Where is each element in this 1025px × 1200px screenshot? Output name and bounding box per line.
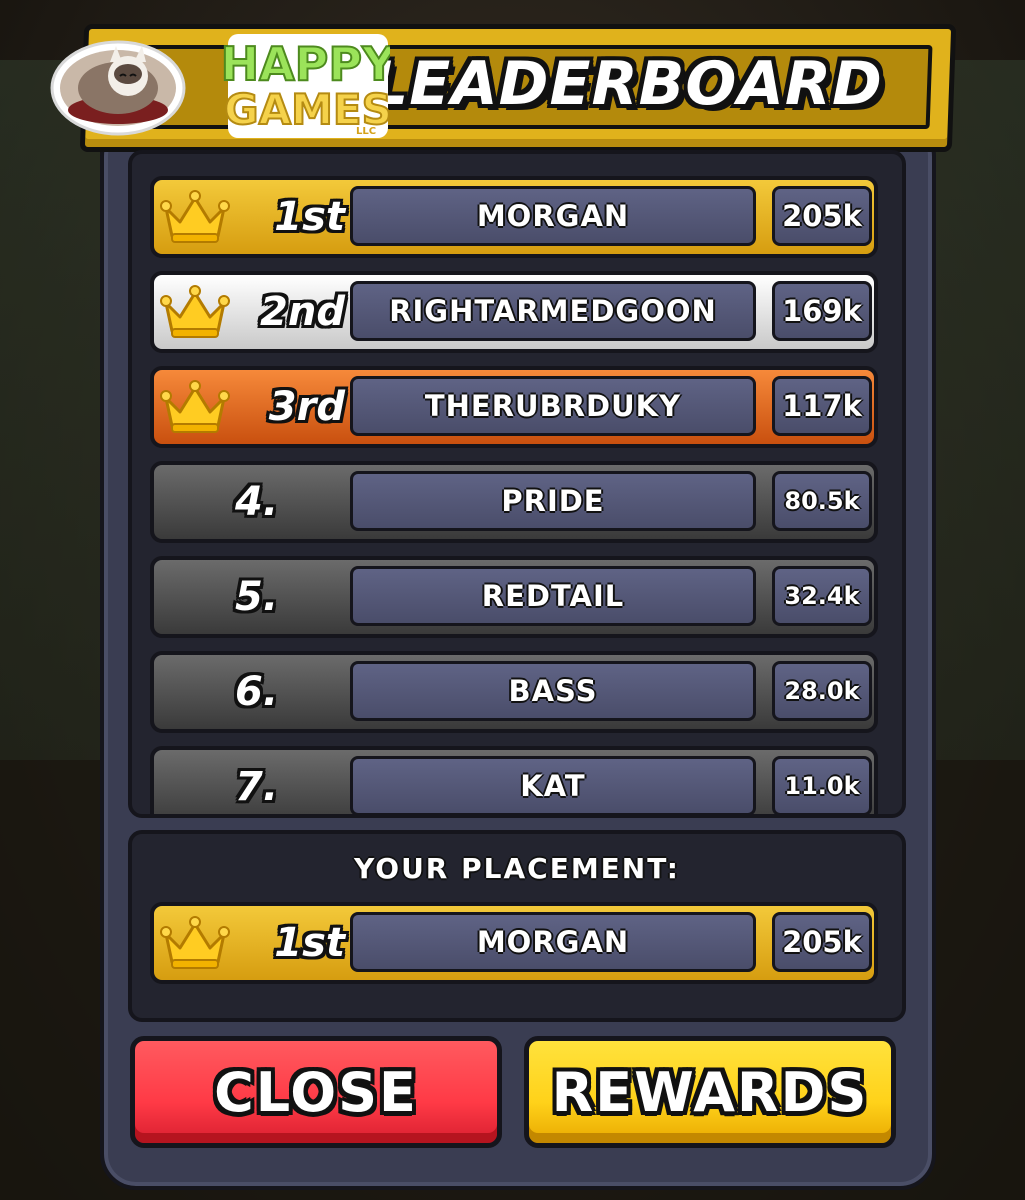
placement-name: MORGAN [350, 912, 756, 972]
player-score: 117k [772, 376, 872, 436]
page-title: LEADERBOARD [370, 49, 883, 119]
placement-label: YOUR PLACEMENT: [353, 852, 681, 885]
leaderboard-row[interactable]: 7. KAT 11.0k [150, 746, 878, 814]
rank-label: 7. [234, 764, 279, 810]
rank-label: 1st [274, 194, 345, 240]
rewards-button[interactable]: REWARDS [524, 1036, 896, 1148]
rank-label: 4. [234, 479, 279, 525]
rank-label: 2nd [260, 289, 345, 335]
player-name: RIGHTARMEDGOON [350, 281, 756, 341]
leaderboard-row[interactable]: 1st MORGAN 205k [150, 176, 878, 258]
leaderboard-row[interactable]: 3rd THERUBRDUKY 117k [150, 366, 878, 448]
player-name: THERUBRDUKY [350, 376, 756, 436]
placement-score: 205k [772, 912, 872, 972]
leaderboard-list[interactable]: 1st MORGAN 205k 2nd RIGHTARMEDGOON 169k 3rd THE… [128, 150, 906, 818]
close-button[interactable]: CLOSE [130, 1036, 502, 1148]
player-score: 169k [772, 281, 872, 341]
leaderboard-row[interactable]: 4. PRIDE 80.5k [150, 461, 878, 543]
player-score: 11.0k [772, 756, 872, 814]
player-score: 205k [772, 186, 872, 246]
placement-row: 1st MORGAN 205k [150, 902, 878, 984]
leaderboard-row[interactable]: 6. BASS 28.0k [150, 651, 878, 733]
rank-label: 3rd [268, 384, 345, 430]
leaderboard-row[interactable]: 5. REDTAIL 32.4k [150, 556, 878, 638]
player-name: PRIDE [350, 471, 756, 531]
rank-label: 5. [234, 574, 279, 620]
player-score: 28.0k [772, 661, 872, 721]
player-score: 32.4k [772, 566, 872, 626]
placement-rank: 1st [274, 920, 345, 966]
cat-logo-icon: HAPPY GAMES LLC [50, 34, 397, 138]
your-placement-section: YOUR PLACEMENT: 1st MORGAN 205k [128, 830, 906, 1022]
player-name: KAT [350, 756, 756, 814]
logo-text-suffix: LLC [356, 126, 376, 137]
player-name: REDTAIL [350, 566, 756, 626]
player-name: MORGAN [350, 186, 756, 246]
player-name: BASS [350, 661, 756, 721]
player-score: 80.5k [772, 471, 872, 531]
logo-text-top: HAPPY [221, 37, 390, 91]
rank-label: 6. [234, 669, 279, 715]
happy-games-logo: HAPPY GAMES LLC [50, 28, 397, 140]
leaderboard-row[interactable]: 2nd RIGHTARMEDGOON 169k [150, 271, 878, 353]
